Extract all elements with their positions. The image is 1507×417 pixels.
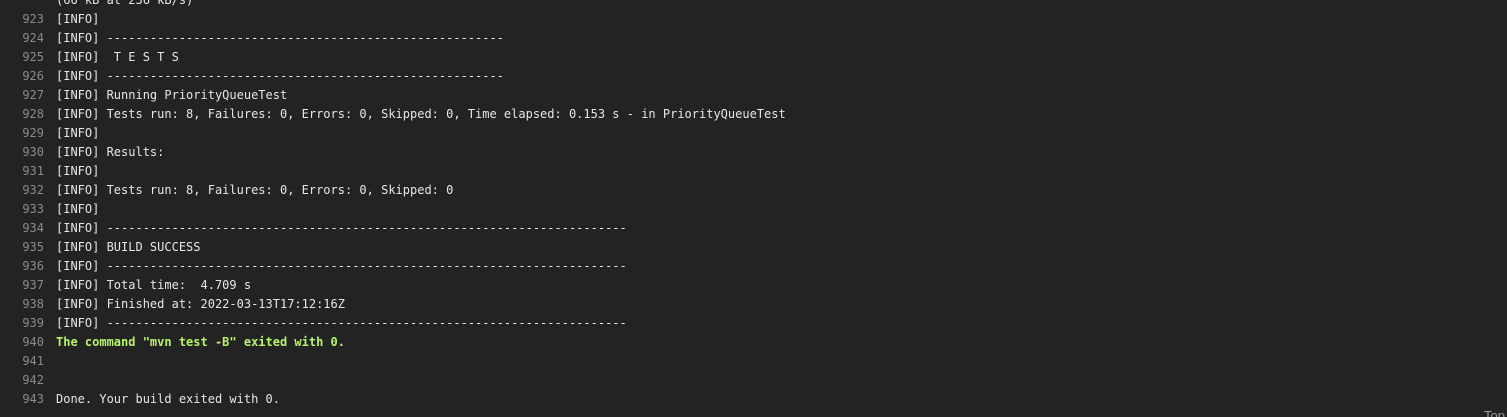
line-text: [INFO] ---------------------------------… [56,69,504,83]
line-text: [INFO] BUILD SUCCESS [56,240,201,254]
log-line: 937 [INFO] Total time: 4.709 s [0,276,1507,295]
log-line: 940 The command "mvn test -B" exited wit… [0,333,1507,352]
log-line: 928 [INFO] Tests run: 8, Failures: 0, Er… [0,105,1507,124]
line-number[interactable]: 930 [0,143,44,162]
log-line: 926 [INFO] -----------------------------… [0,67,1507,86]
line-text: [INFO] Results: [56,145,165,159]
line-text: [INFO] Total time: 4.709 s [56,278,252,292]
line-text: [INFO] T E S T S [56,50,179,64]
line-number[interactable]: 931 [0,162,44,181]
top-label: Top [1484,408,1505,417]
log-line: 943 Done. Your build exited with 0. [0,390,1507,409]
line-text [44,371,56,390]
log-line: 933 [INFO] [0,200,1507,219]
log-line: 939 [INFO] -----------------------------… [0,314,1507,333]
log-line: 925 [INFO] T E S T S [0,48,1507,67]
line-number[interactable]: 934 [0,219,44,238]
log-line: 932 [INFO] Tests run: 8, Failures: 0, Er… [0,181,1507,200]
line-text: [INFO] [56,164,100,178]
line-text: [INFO] Running PriorityQueueTest [56,88,288,102]
line-text: [INFO] [56,202,100,216]
log-line: 924 [INFO] -----------------------------… [0,29,1507,48]
line-number[interactable]: 942 [0,371,44,390]
line-number[interactable]: 941 [0,352,44,371]
log-line: 941 [0,352,1507,371]
line-number[interactable]: 933 [0,200,44,219]
line-number[interactable]: 938 [0,295,44,314]
log-line: 930 [INFO] Results: [0,143,1507,162]
line-text: [INFO] ---------------------------------… [56,31,504,45]
line-number[interactable]: 935 [0,238,44,257]
line-text: [INFO] [56,126,100,140]
line-text: [INFO] Tests run: 8, Failures: 0, Errors… [56,183,454,197]
line-number[interactable]: 928 [0,105,44,124]
line-number[interactable]: 927 [0,86,44,105]
line-number[interactable]: 940 [0,333,44,352]
line-number[interactable]: 926 [0,67,44,86]
line-text: Done. Your build exited with 0. [56,392,280,406]
line-number[interactable]: 943 [0,390,44,409]
line-text [44,352,56,371]
log-line: 929 [INFO] [0,124,1507,143]
line-text-exit-status: The command "mvn test -B" exited with 0. [56,335,345,349]
line-text: [INFO] [56,12,100,26]
line-number[interactable] [0,0,44,10]
line-text: [INFO] Finished at: 2022-03-13T17:12:16Z [56,297,345,311]
line-number[interactable]: 929 [0,124,44,143]
log-line: 931 [INFO] [0,162,1507,181]
line-number[interactable]: 923 [0,10,44,29]
line-text: [INFO] ---------------------------------… [56,316,627,330]
line-text: [INFO] ---------------------------------… [56,221,627,235]
line-number[interactable]: 924 [0,29,44,48]
build-log: (66 kB at 236 kB/s) 923 [INFO] 924 [INFO… [0,0,1507,417]
line-number[interactable]: 932 [0,181,44,200]
log-line: 936 [INFO] -----------------------------… [0,257,1507,276]
line-text: [INFO] ---------------------------------… [56,259,627,273]
log-line: (66 kB at 236 kB/s) [0,0,1507,10]
line-number[interactable]: 939 [0,314,44,333]
log-line: 927 [INFO] Running PriorityQueueTest [0,86,1507,105]
line-number[interactable]: 925 [0,48,44,67]
log-line: 935 [INFO] BUILD SUCCESS [0,238,1507,257]
scroll-to-top-link[interactable]: Top [1484,408,1507,417]
log-line: 938 [INFO] Finished at: 2022-03-13T17:12… [0,295,1507,314]
line-number[interactable]: 936 [0,257,44,276]
log-lines: (66 kB at 236 kB/s) 923 [INFO] 924 [INFO… [0,0,1507,409]
line-text: [INFO] Tests run: 8, Failures: 0, Errors… [56,107,786,121]
line-number[interactable]: 937 [0,276,44,295]
log-line: 923 [INFO] [0,10,1507,29]
log-line: 934 [INFO] -----------------------------… [0,219,1507,238]
log-line: 942 [0,371,1507,390]
line-text: (66 kB at 236 kB/s) [56,0,194,7]
